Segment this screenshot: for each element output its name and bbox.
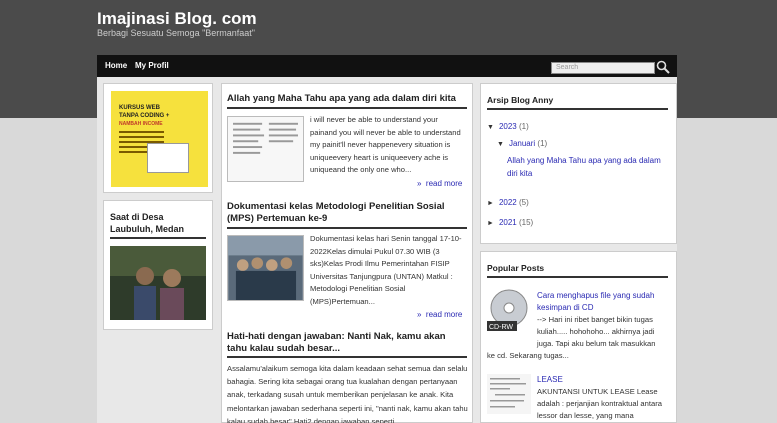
- archive-year-2021[interactable]: ► 2021 (15): [487, 218, 533, 227]
- post-excerpt: Assalamu'alaikum semoga kita dalam keada…: [227, 364, 468, 423]
- post-thumbnail[interactable]: [227, 235, 304, 301]
- search-input[interactable]: Search: [551, 62, 655, 74]
- popular-post-snippet: lessor dan lesse, yang mana: [537, 411, 634, 420]
- post-title[interactable]: Dokumentasi kelas Metodologi Penelitian …: [227, 201, 467, 225]
- promo-widget: KURSUS WEB TANPA CODING + NAMBAH INCOME: [103, 83, 213, 193]
- post-excerpt: i will never be able to understand your …: [310, 115, 461, 174]
- archive-month-januari[interactable]: ▼ Januari (1): [497, 139, 547, 148]
- popular-post-link[interactable]: Cara menghapus file yang sudah kesimpan …: [537, 290, 667, 314]
- archive-widget: Arsip Blog Anny ▼ 2023 (1) ▼ Januari (1) A…: [480, 83, 677, 244]
- divider: [487, 276, 668, 278]
- photo-widget-title: Saat di Desa Laubuluh, Medan: [110, 212, 184, 234]
- promo-line2: TANPA CODING +: [119, 113, 170, 119]
- popular-post-snippet: AKUNTANSI UNTUK LEASE Lease: [537, 387, 658, 396]
- archive-year-2023[interactable]: ▼ 2023 (1): [487, 122, 529, 131]
- popular-posts-title: Popular Posts: [487, 263, 545, 273]
- nav-home-link[interactable]: Home: [105, 61, 127, 70]
- expand-down-icon[interactable]: ▼: [497, 141, 504, 148]
- divider: [227, 107, 467, 109]
- promo-banner[interactable]: KURSUS WEB TANPA CODING + NAMBAH INCOME: [111, 91, 208, 187]
- popular-post-snippet: ke cd. Sekarang tugas...: [487, 351, 569, 360]
- archive-title: Arsip Blog Anny: [487, 95, 554, 105]
- blog-title[interactable]: Imajinasi Blog. com: [97, 9, 257, 29]
- post-count: (1): [537, 139, 548, 148]
- popular-posts-widget: Popular Posts CD-RW Cara menghapus file …: [480, 251, 677, 423]
- year-label[interactable]: 2022: [499, 198, 517, 207]
- divider: [110, 237, 206, 239]
- popular-post-snippet: juga. Tapi aku belum tak masukkan: [537, 339, 656, 348]
- popular-post-snippet: kuliah..... hohohoho... akhirnya jadi: [537, 327, 655, 336]
- divider: [487, 108, 668, 110]
- post-excerpt: Dokumentasi kelas hari Senin tanggal 17-…: [310, 234, 462, 306]
- promo-line3: NAMBAH INCOME: [119, 121, 163, 127]
- read-more-link[interactable]: » read more: [417, 310, 462, 319]
- year-label[interactable]: 2021: [499, 218, 517, 227]
- expand-right-icon[interactable]: ►: [487, 200, 494, 207]
- post-title[interactable]: Allah yang Maha Tahu apa yang ada dalam …: [227, 93, 467, 105]
- post-list: Allah yang Maha Tahu apa yang ada dalam …: [221, 83, 473, 423]
- divider: [227, 227, 467, 229]
- popular-post-link[interactable]: LEASE: [537, 374, 667, 386]
- archive-post-link[interactable]: Allah yang Maha Tahu apa yang ada dalam …: [507, 155, 667, 180]
- year-label[interactable]: 2023: [499, 122, 517, 131]
- expand-right-icon[interactable]: ►: [487, 220, 494, 227]
- read-more-label[interactable]: read more: [426, 179, 462, 188]
- post-title[interactable]: Hati-hati dengan jawaban: Nanti Nak, kam…: [227, 331, 467, 355]
- post-count: (5): [518, 198, 529, 207]
- divider: [227, 356, 467, 358]
- photo-widget: Saat di Desa Laubuluh, Medan: [103, 200, 213, 330]
- post-count: (1): [518, 122, 529, 131]
- promo-laptop-image: [147, 143, 189, 173]
- month-label[interactable]: Januari: [509, 139, 535, 148]
- cd-rw-thumbnail[interactable]: CD-RW: [487, 288, 531, 332]
- nav-profile-link[interactable]: My Profil: [135, 61, 169, 70]
- popular-post-snippet: adalah : perjanjian kontraktual antara: [537, 399, 662, 408]
- post-thumbnail[interactable]: [227, 116, 304, 182]
- couple-photo: [110, 246, 206, 320]
- svg-text:CD-RW: CD-RW: [489, 324, 513, 331]
- expand-down-icon[interactable]: ▼: [487, 124, 494, 131]
- lease-thumbnail[interactable]: [487, 374, 531, 414]
- post-count: (15): [518, 218, 534, 227]
- search-icon[interactable]: [656, 60, 670, 74]
- popular-post-snippet: --> Hari ini ribet banget bikin tugas: [537, 315, 653, 324]
- read-more-label[interactable]: read more: [426, 310, 462, 319]
- read-more-link[interactable]: » read more: [417, 179, 462, 188]
- blog-description: Berbagi Sesuatu Semoga "Bermanfaat": [97, 28, 255, 38]
- promo-line1: KURSUS WEB: [119, 105, 161, 111]
- archive-year-2022[interactable]: ► 2022 (5): [487, 198, 529, 207]
